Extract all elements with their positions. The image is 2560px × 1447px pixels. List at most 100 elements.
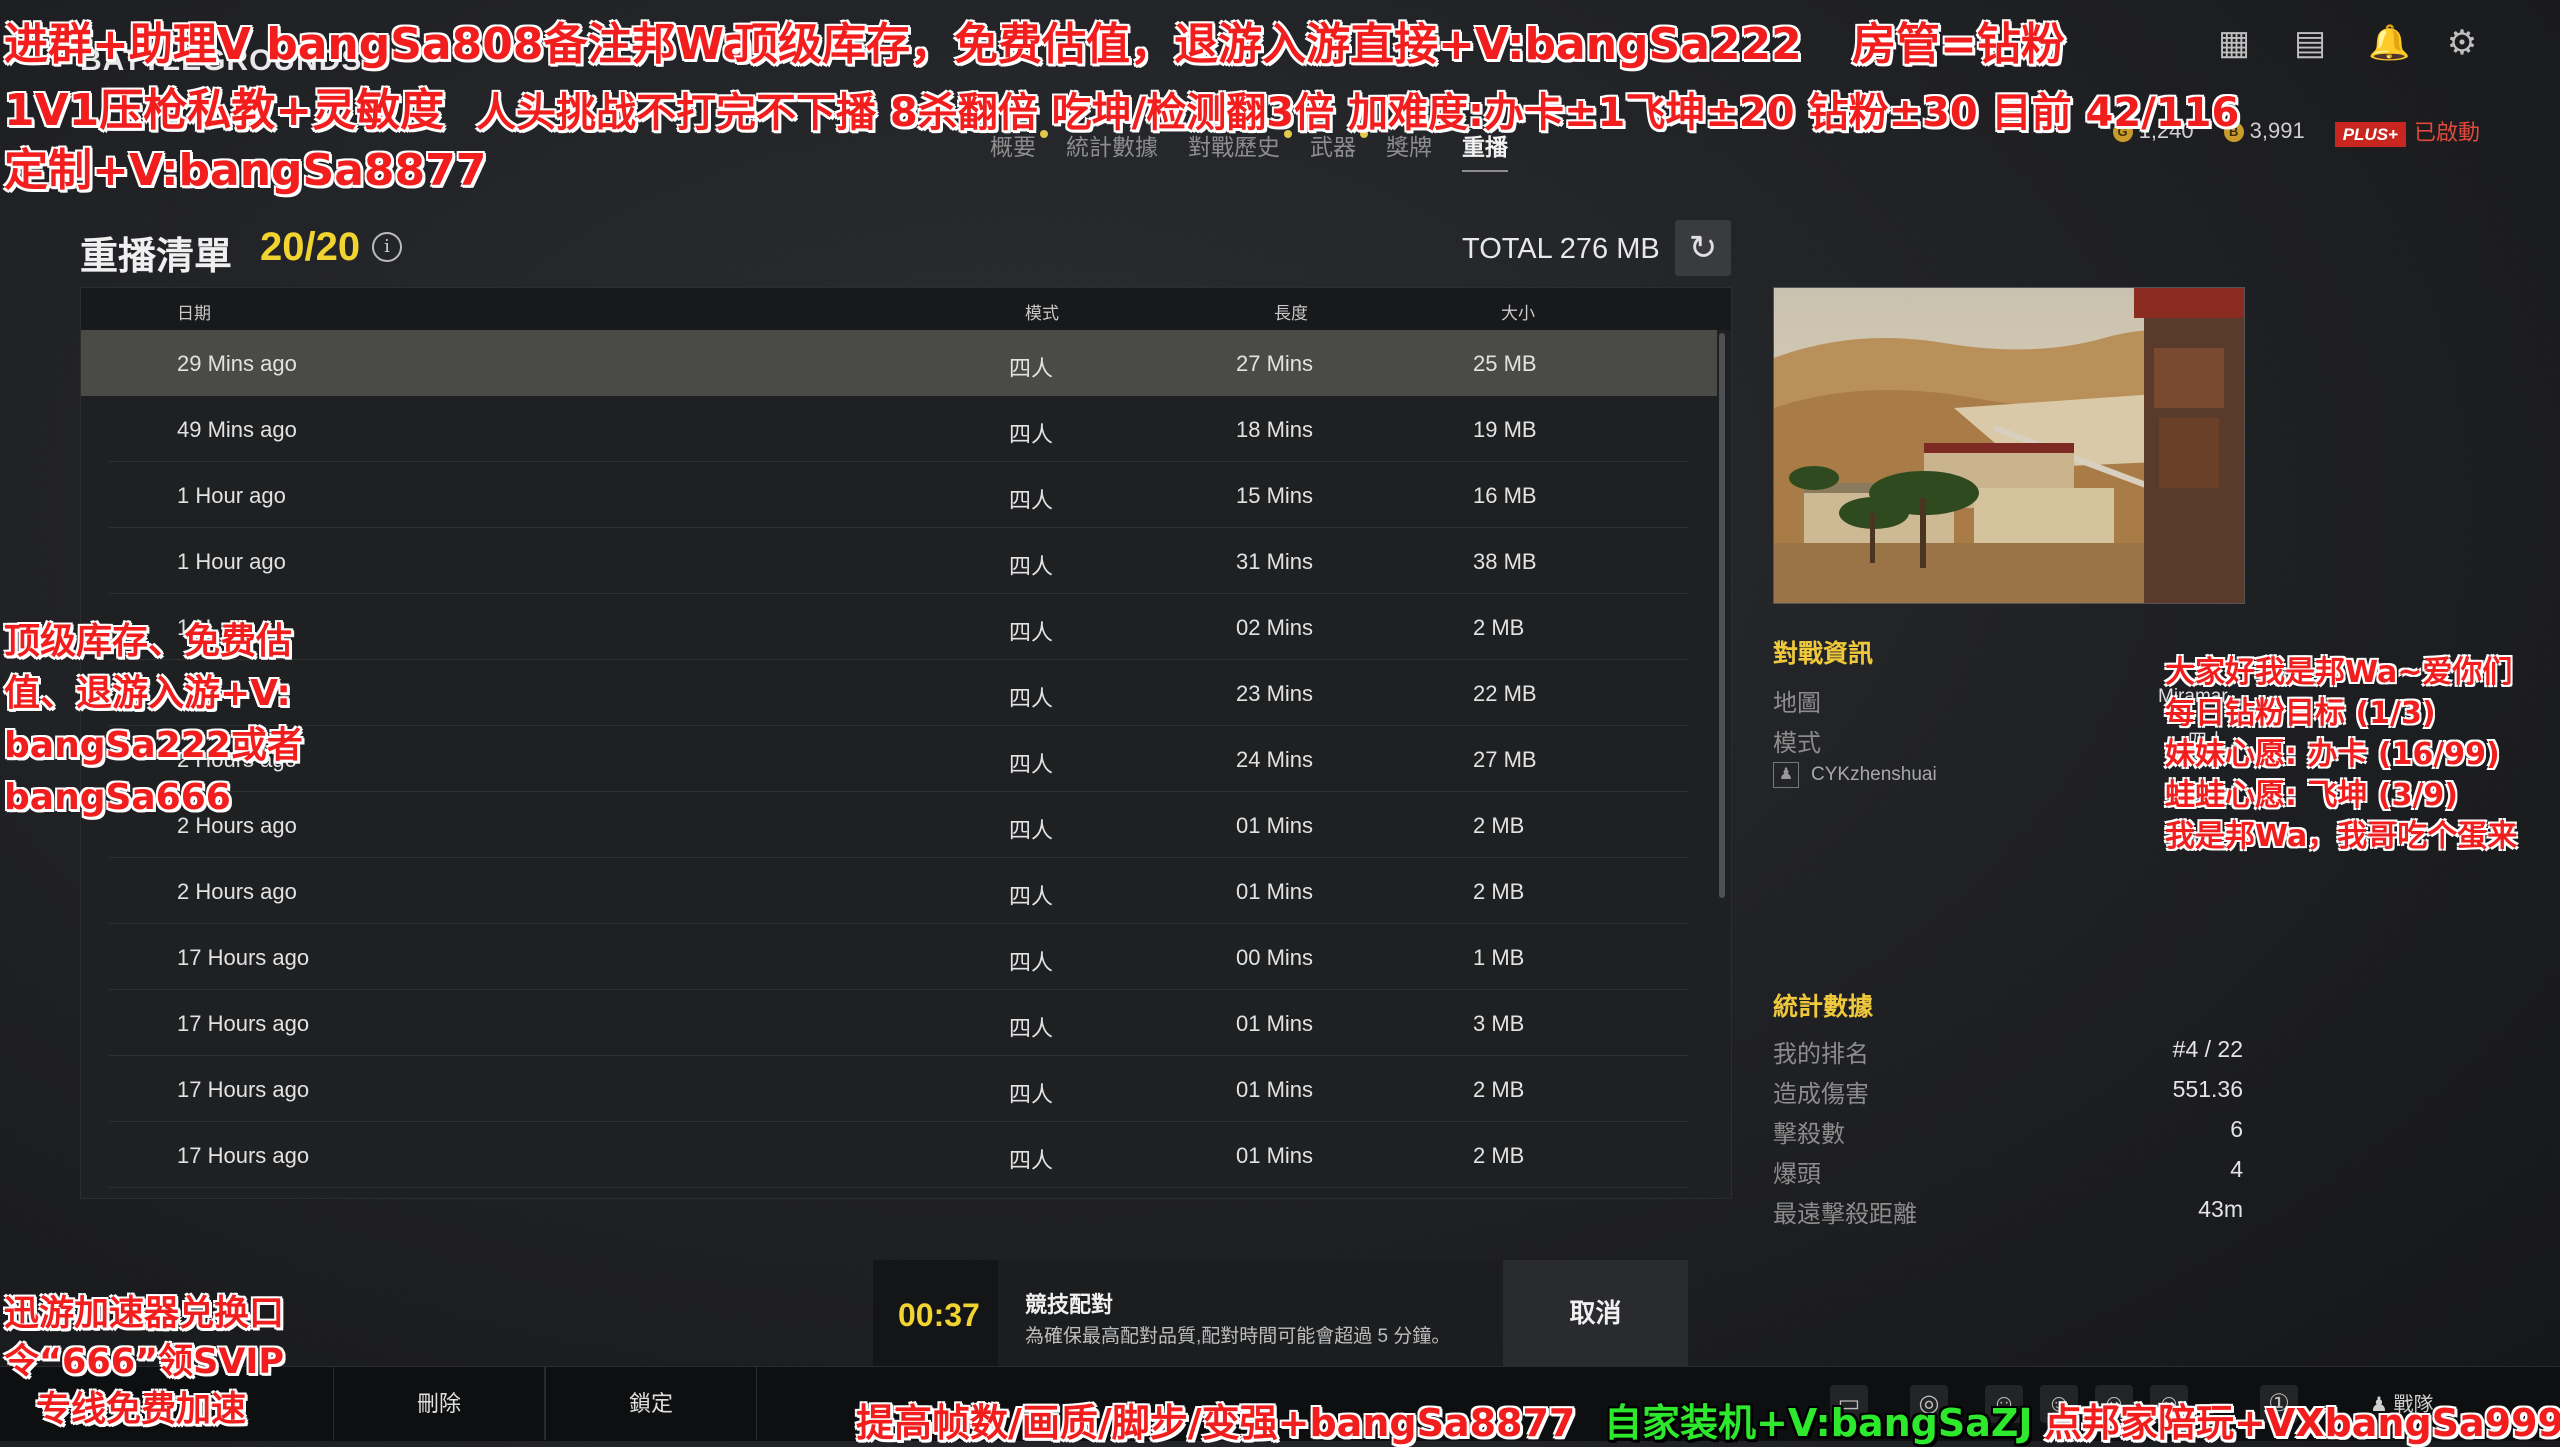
missions-icon[interactable]: ▤ [2292, 25, 2328, 61]
cell-length: 23 Mins [1236, 681, 1314, 706]
stat-label: 爆頭 [1773, 1161, 1821, 1188]
delete-button[interactable]: 刪除 [333, 1367, 545, 1440]
table-row[interactable]: 1 H 四人 02 Mins 2 MB [81, 594, 1717, 660]
top-icons: ▦ ▤ 🔔 ⚙ [2216, 25, 2480, 61]
cell-date: 29 Mins ago [177, 351, 297, 376]
notification-bell-icon[interactable]: 🔔 [2368, 25, 2410, 61]
cell-size: 22 MB [1473, 681, 1537, 706]
overlay-line2-right: 人头挑战不打完不下播 8杀翻倍 吃坤/检测翻3倍 加难度:办卡±1飞坤±20 钻… [476, 90, 2240, 136]
col-size[interactable]: 大小 [1501, 299, 1535, 324]
overlay-bottom-3: 点邦家陪玩+VXbangSa999 [2044, 1401, 2560, 1445]
settings-gear-icon[interactable]: ⚙ [2444, 25, 2480, 61]
overlay-line2-left: 1V1压枪私教+灵敏度 [4, 85, 445, 136]
col-date[interactable]: 日期 [177, 299, 211, 324]
info-icon[interactable]: i [372, 232, 402, 262]
cell-mode: 四人 [1009, 422, 1054, 447]
stat-label: 造成傷害 [1773, 1081, 1869, 1108]
map-label: 地圖 [1773, 690, 1821, 717]
cell-date: 17 Hours ago [177, 1143, 310, 1168]
cell-mode: 四人 [1009, 752, 1054, 777]
table-row[interactable]: 29 Mins ago 四人 27 Mins 25 MB [81, 330, 1717, 396]
cancel-matchmaking-button[interactable]: 取消 [1503, 1260, 1688, 1366]
overlay-bottom-left: 迅游加速器兑换口 令“666”领SVIP 专线免费加速 [4, 1294, 285, 1430]
table-row[interactable]: 17 Hours ago 四人 01 Mins 2 MB [81, 1122, 1717, 1188]
replay-list-title: 重播清單 [80, 236, 233, 278]
cell-size: 25 MB [1473, 351, 1537, 376]
cell-date: 17 Hours ago [177, 1077, 310, 1102]
table-row[interactable]: 17 Hours ago 四人 01 Mins 2 MB [81, 1056, 1717, 1122]
overlay-bottom-2: 自家装机+V:bangSaZJ [1604, 1401, 2033, 1445]
stats-heading: 統計數據 [1773, 993, 1874, 1021]
cell-mode: 四人 [1009, 818, 1054, 843]
table-row[interactable]: 49 Mins ago 四人 18 Mins 19 MB [81, 396, 1717, 462]
cell-mode: 四人 [1009, 554, 1054, 579]
cell-size: 2 MB [1473, 813, 1525, 838]
lock-button[interactable]: 鎖定 [545, 1367, 757, 1440]
cell-length: 02 Mins [1236, 615, 1314, 640]
refresh-button[interactable]: ↻ [1675, 220, 1731, 276]
stat-value: 551.36 [2172, 1076, 2243, 1102]
table-row[interactable]: 2 Hours ago 四人 01 Mins 2 MB [81, 858, 1717, 924]
overlay-top-right: 房管=钻粉 [1852, 19, 2065, 70]
cell-date: 17 Hours ago [177, 1011, 310, 1036]
stat-value: 4 [2230, 1156, 2243, 1182]
cell-length: 01 Mins [1236, 1143, 1314, 1168]
cell-size: 1 MB [1473, 945, 1525, 970]
cell-date: 1 Hour ago [177, 549, 286, 574]
table-row[interactable]: 1 Hour ago 四人 31 Mins 38 MB [81, 528, 1717, 594]
store-icon[interactable]: ▦ [2216, 25, 2252, 61]
cell-size: 19 MB [1473, 417, 1537, 442]
stat-label: 我的排名 [1773, 1041, 1869, 1068]
cell-length: 31 Mins [1236, 549, 1314, 574]
cell-mode: 四人 [1009, 884, 1054, 909]
col-mode[interactable]: 模式 [1025, 299, 1059, 324]
col-length[interactable]: 長度 [1274, 299, 1308, 324]
cell-date: 49 Mins ago [177, 417, 297, 442]
table-row[interactable]: 17 Hours ago 四人 01 Mins 3 MB [81, 990, 1717, 1056]
overlay-left-mid: 顶级库存、免费估 值、退游入游+V: bangSa222或者 bangSa666 [4, 621, 303, 818]
cell-mode: 四人 [1009, 620, 1054, 645]
cell-size: 2 MB [1473, 1077, 1525, 1102]
table-row[interactable]: 2 Hours ago 四人 24 Mins 27 MB [81, 726, 1717, 792]
overlay-line3-left: 定制+V:bangSa8877 [4, 145, 487, 196]
cell-length: 24 Mins [1236, 747, 1314, 772]
cell-mode: 四人 [1009, 686, 1054, 711]
cell-mode: 四人 [1009, 488, 1054, 513]
table-row[interactable]: 2 Hours ago 四人 01 Mins 2 MB [81, 792, 1717, 858]
overlay-right-mid: 大家好我是邦Wa~爱你们 每日钻粉目标 (1/3) 妹妹心愿: 办卡 (16/9… [2165, 655, 2518, 854]
cell-mode: 四人 [1009, 356, 1054, 381]
player-avatar-icon: ♟ [1773, 762, 1799, 788]
map-thumbnail [1773, 287, 2245, 604]
cell-length: 00 Mins [1236, 945, 1314, 970]
cell-size: 2 MB [1473, 615, 1525, 640]
cell-length: 01 Mins [1236, 1011, 1314, 1036]
table-row[interactable]: 1 Hour ago 四人 15 Mins 16 MB [81, 462, 1717, 528]
cell-size: 38 MB [1473, 549, 1537, 574]
stat-value: 6 [2230, 1116, 2243, 1142]
plus-status[interactable]: PLUS+ 已啟動 [2334, 115, 2480, 147]
table-row[interactable]: 17 Hours ago 四人 00 Mins 1 MB [81, 924, 1717, 990]
overlay-bottom-1: 提高帧数/画质/脚步/变强+bangSa8877 [856, 1401, 1576, 1445]
stat-label: 最遠擊殺距離 [1773, 1201, 1917, 1228]
miramar-preview-image [1774, 288, 2244, 603]
cell-size: 2 MB [1473, 1143, 1525, 1168]
cell-mode: 四人 [1009, 950, 1054, 975]
cell-date: 2 Hours ago [177, 879, 297, 904]
cell-length: 15 Mins [1236, 483, 1314, 508]
table-row[interactable]: 四人 23 Mins 22 MB [81, 660, 1717, 726]
overlay-top-center: 顶级库存，免费估值，退游入游直接+V:bangSa222 [734, 19, 1802, 70]
table-scrollbar[interactable] [1719, 333, 1725, 898]
total-size: TOTAL 276 MB [1462, 233, 1660, 265]
player-entry[interactable]: ♟ CYKzhenshuai [1773, 762, 1937, 788]
replay-count: 20/20 [260, 225, 361, 269]
stat-value: #4 / 22 [2172, 1036, 2243, 1062]
player-name: CYKzhenshuai [1811, 764, 1937, 785]
table-header: 日期 模式 長度 大小 [81, 288, 1731, 330]
cell-length: 18 Mins [1236, 417, 1314, 442]
cell-size: 16 MB [1473, 483, 1537, 508]
stat-label: 擊殺數 [1773, 1121, 1845, 1148]
matchmaking-desc: 為確保最高配對品質,配對時間可能會超過 5 分鐘。 [1025, 1326, 1451, 1347]
cell-size: 27 MB [1473, 747, 1537, 772]
overlay-top-left: 进群+助理V bangSa808备注邦Wa [4, 19, 753, 70]
plus-badge: PLUS+ [2334, 122, 2406, 147]
